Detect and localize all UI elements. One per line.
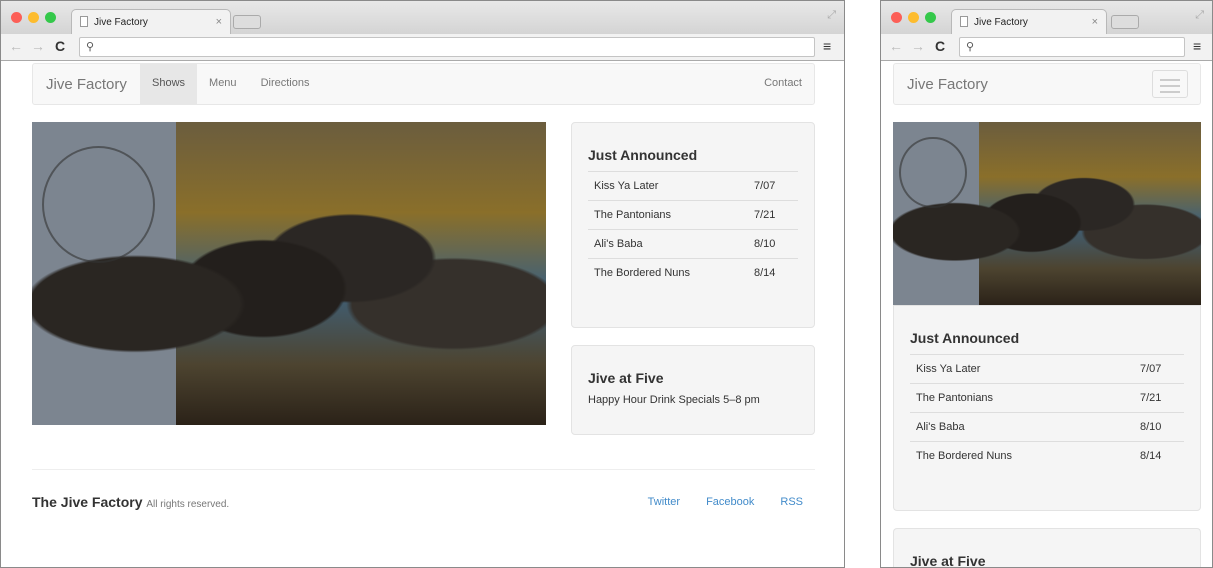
footer-divider xyxy=(32,469,815,470)
table-row: The Bordered Nuns 8/14 xyxy=(588,258,798,287)
browser-tab[interactable]: Jive Factory × xyxy=(951,9,1107,34)
reload-icon[interactable]: C xyxy=(55,38,65,54)
tab-bar: Jive Factory × ⤢ xyxy=(881,1,1212,34)
browser-window-desktop: Jive Factory × ⤢ ← → C ⚲ ≡ Jive Factory S… xyxy=(0,0,845,568)
jive-at-five-panel: Jive at Five Happy Hour Drink Specials 5… xyxy=(571,345,815,435)
twitter-link[interactable]: Twitter xyxy=(648,496,680,508)
search-icon: ⚲ xyxy=(86,41,95,53)
table-row: Ali's Baba 8/10 xyxy=(910,412,1184,442)
forward-icon[interactable]: → xyxy=(911,38,925,54)
close-tab-icon[interactable]: × xyxy=(1092,16,1098,28)
address-bar[interactable]: ⚲ xyxy=(79,37,815,57)
table-row: Kiss Ya Later 7/07 xyxy=(910,354,1184,384)
site-navbar: Jive Factory xyxy=(893,63,1201,105)
fullscreen-icon[interactable]: ⤢ xyxy=(1195,9,1204,22)
search-icon: ⚲ xyxy=(966,41,975,53)
back-icon[interactable]: ← xyxy=(889,38,903,54)
menu-icon[interactable]: ≡ xyxy=(823,38,831,54)
forward-icon[interactable]: → xyxy=(31,38,45,54)
table-row: The Pantonians 7/21 xyxy=(588,200,798,230)
new-tab-button[interactable] xyxy=(233,15,261,29)
fullscreen-icon[interactable]: ⤢ xyxy=(827,9,836,22)
footer-name: The Jive Factory xyxy=(32,494,143,510)
just-announced-title: Just Announced xyxy=(588,147,698,163)
shows-table: Kiss Ya Later 7/07 The Pantonians 7/21 Ali… xyxy=(588,171,798,287)
browser-tab[interactable]: Jive Factory × xyxy=(71,9,231,34)
just-announced-title: Just Announced xyxy=(910,330,1020,346)
browser-window-narrow: Jive Factory × ⤢ ← → C ⚲ ≡ Jive Factory J… xyxy=(880,0,1213,568)
rss-link[interactable]: RSS xyxy=(780,496,803,508)
nav-menu[interactable]: Menu xyxy=(197,64,249,104)
document-icon xyxy=(80,16,88,27)
address-bar[interactable]: ⚲ xyxy=(959,37,1185,57)
just-announced-panel: Just Announced Kiss Ya Later 7/07 The Pan… xyxy=(571,122,815,328)
table-row: Kiss Ya Later 7/07 xyxy=(588,171,798,201)
brand-link[interactable]: Jive Factory xyxy=(907,76,988,93)
back-icon[interactable]: ← xyxy=(9,38,23,54)
just-announced-panel: Just Announced Kiss Ya Later 7/07 The Pan… xyxy=(893,305,1201,511)
jive-at-five-panel: Jive at Five xyxy=(893,528,1201,567)
table-row: Ali's Baba 8/10 xyxy=(588,229,798,259)
browser-toolbar: ← → C ⚲ ≡ xyxy=(1,34,844,61)
nav-directions[interactable]: Directions xyxy=(249,64,322,104)
tab-bar: Jive Factory × ⤢ xyxy=(1,1,844,34)
reload-icon[interactable]: C xyxy=(935,38,945,54)
jive-at-five-text: Happy Hour Drink Specials 5–8 pm xyxy=(588,394,760,406)
close-tab-icon[interactable]: × xyxy=(216,16,222,28)
jive-at-five-title: Jive at Five xyxy=(588,370,664,386)
brand-link[interactable]: Jive Factory xyxy=(46,76,127,93)
document-icon xyxy=(960,16,968,27)
nav-shows[interactable]: Shows xyxy=(140,64,198,104)
navbar-toggle-button[interactable] xyxy=(1152,70,1188,98)
shows-table: Kiss Ya Later 7/07 The Pantonians 7/21 Ali… xyxy=(910,354,1184,470)
menu-icon[interactable]: ≡ xyxy=(1193,38,1201,54)
footer-rights: All rights reserved. xyxy=(146,499,230,510)
browser-toolbar: ← → C ⚲ ≡ xyxy=(881,34,1212,61)
band-photo xyxy=(893,122,1201,305)
table-row: The Pantonians 7/21 xyxy=(910,383,1184,413)
new-tab-button[interactable] xyxy=(1111,15,1139,29)
table-row: The Bordered Nuns 8/14 xyxy=(910,441,1184,470)
window-controls[interactable] xyxy=(11,12,56,23)
band-photo xyxy=(32,122,546,425)
window-controls[interactable] xyxy=(891,12,936,23)
footer: The Jive Factory All rights reserved. Tw… xyxy=(32,494,815,510)
site-navbar: Jive Factory Shows Menu Directions Conta… xyxy=(32,63,815,105)
nav-contact[interactable]: Contact xyxy=(764,77,802,89)
jive-at-five-title: Jive at Five xyxy=(910,553,986,568)
facebook-link[interactable]: Facebook xyxy=(706,496,754,508)
